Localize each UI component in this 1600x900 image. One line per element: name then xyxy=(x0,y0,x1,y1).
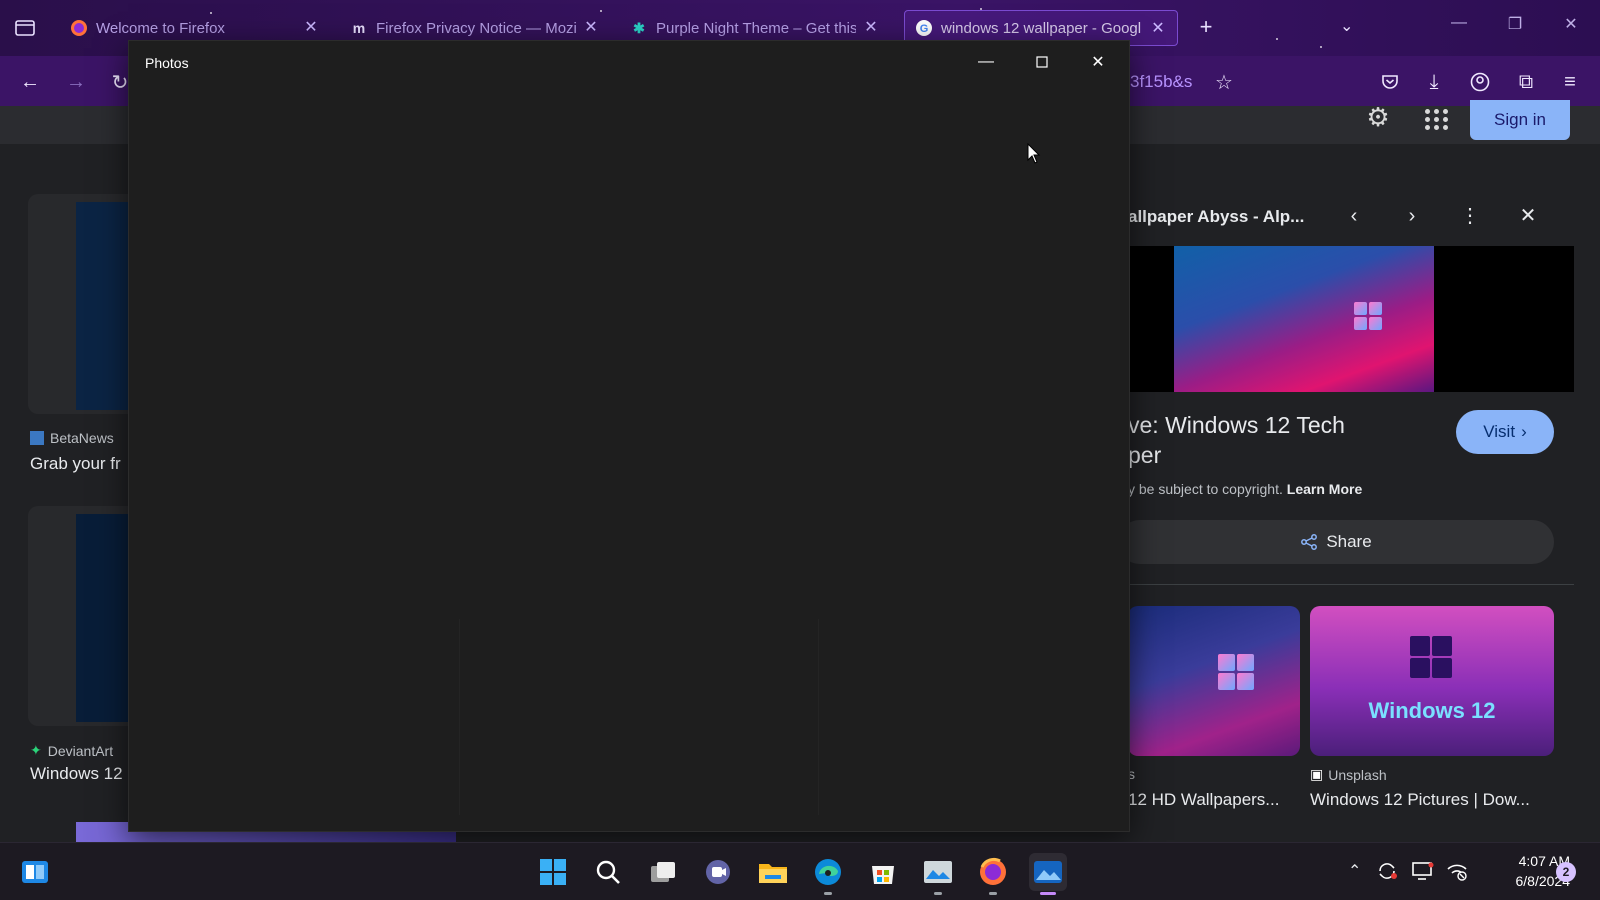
learn-more-link[interactable]: Learn More xyxy=(1287,481,1362,497)
more-options-icon[interactable]: ⋮ xyxy=(1456,202,1484,230)
tab-close-icon[interactable]: ✕ xyxy=(1149,19,1167,37)
hamburger-menu-icon[interactable]: ≡ xyxy=(1556,68,1584,96)
mozilla-m-icon: m xyxy=(352,20,366,36)
theme-star xyxy=(1276,38,1278,40)
share-icon xyxy=(1301,534,1318,550)
google-apps-icon[interactable] xyxy=(1422,106,1448,132)
photos-window: Photos — ✕ xyxy=(128,40,1130,832)
visit-button[interactable]: Visit › xyxy=(1456,410,1554,454)
result-source: ✦ DeviantArt xyxy=(30,742,114,759)
close-icon[interactable]: ✕ xyxy=(1514,202,1542,230)
maximize-icon[interactable] xyxy=(1019,47,1065,77)
firefox-icon xyxy=(70,19,88,37)
mouse-cursor-icon xyxy=(1027,142,1041,170)
result-caption[interactable]: Windows 12 xyxy=(30,764,123,784)
close-icon[interactable]: ✕ xyxy=(1075,47,1121,77)
notification-badge[interactable]: 2 xyxy=(1556,862,1576,882)
taskbar: ⌃ 4:07 AM 6/8/2024 2 xyxy=(0,842,1600,900)
clock-time: 4:07 AM xyxy=(1518,853,1570,869)
windows-logo-icon xyxy=(1410,636,1452,678)
share-button[interactable]: Share xyxy=(1118,520,1554,564)
display-icon[interactable] xyxy=(1412,861,1434,886)
running-indicator xyxy=(989,892,997,895)
result-thumbnail[interactable] xyxy=(28,506,138,726)
firefox-icon[interactable] xyxy=(974,853,1012,895)
start-windows-icon[interactable] xyxy=(534,853,572,891)
result-caption[interactable]: Grab your fr xyxy=(30,454,121,474)
file-explorer-icon[interactable] xyxy=(754,853,792,891)
svg-text:G: G xyxy=(920,23,929,35)
related-image[interactable]: Windows 12 xyxy=(1310,606,1554,756)
preview-site-title[interactable]: allpaper Abyss - Alp... xyxy=(1128,207,1304,227)
task-view-icon[interactable] xyxy=(644,853,682,891)
next-chevron-icon[interactable]: › xyxy=(1398,202,1426,230)
firefox-view-button[interactable] xyxy=(12,16,38,40)
related-source: ▣ Unsplash xyxy=(1310,766,1387,783)
tab-close-icon[interactable]: ✕ xyxy=(862,18,880,36)
window-title: Photos xyxy=(145,55,189,71)
account-icon[interactable] xyxy=(1466,68,1494,96)
result-source: BetaNews xyxy=(30,430,114,446)
tab-close-icon[interactable]: ✕ xyxy=(302,18,320,36)
tab-title: Welcome to Firefox xyxy=(96,19,225,37)
copyright-notice: y be subject to copyright. Learn More xyxy=(1128,481,1363,497)
photo-canvas xyxy=(459,619,819,815)
firefox-view-icon xyxy=(15,20,35,36)
new-tab-plus-icon[interactable]: + xyxy=(1194,16,1218,40)
image-preview-panel: allpaper Abyss - Alp... ‹ › ⋮ ✕ ve: Wind… xyxy=(1118,186,1574,842)
back-arrow-icon[interactable]: ← xyxy=(16,68,44,96)
browser-minimize-icon[interactable]: — xyxy=(1444,14,1474,40)
edge-browser-icon[interactable] xyxy=(809,853,847,895)
wallpaper-image xyxy=(1174,246,1434,392)
related-caption[interactable]: Windows 12 Pictures | Dow... xyxy=(1310,790,1530,810)
photos-gallery-icon[interactable] xyxy=(919,853,957,895)
microsoft-store-icon[interactable] xyxy=(864,853,902,891)
tab-close-icon[interactable]: ✕ xyxy=(582,18,600,36)
sync-icon[interactable] xyxy=(1376,861,1398,886)
related-image[interactable] xyxy=(1128,606,1300,756)
url-text[interactable]: 3f15b&s xyxy=(1130,72,1192,92)
betanews-icon xyxy=(30,431,44,445)
running-indicator xyxy=(934,892,942,895)
clock-date: 6/8/2024 xyxy=(1515,873,1571,889)
browser-close-icon[interactable]: ✕ xyxy=(1556,14,1586,40)
divider xyxy=(1128,584,1574,585)
bookmark-star-icon[interactable]: ☆ xyxy=(1210,68,1238,96)
extensions-icon[interactable]: ⧉ xyxy=(1512,68,1540,96)
puzzle-piece-icon: ✱ xyxy=(633,19,645,36)
deviantart-icon: ✦ xyxy=(30,742,42,758)
previous-chevron-icon[interactable]: ‹ xyxy=(1340,202,1368,230)
show-hidden-icons-chevron-icon[interactable]: ⌃ xyxy=(1348,861,1361,881)
running-indicator xyxy=(824,892,832,895)
chevron-right-icon: › xyxy=(1521,422,1527,441)
windows-logo-icon xyxy=(1218,654,1254,690)
photos-app-icon[interactable] xyxy=(1029,853,1067,895)
tab-title: Firefox Privacy Notice — Mozil xyxy=(376,19,576,37)
windows-logo-icon xyxy=(1354,302,1382,330)
theme-star xyxy=(1320,46,1322,48)
forward-arrow-icon[interactable]: → xyxy=(62,68,90,96)
preview-heading[interactable]: ve: Windows 12 Tech per xyxy=(1128,410,1408,470)
widgets-icon[interactable] xyxy=(16,853,54,891)
sign-in-button[interactable]: Sign in xyxy=(1470,100,1570,140)
related-caption[interactable]: 12 HD Wallpapers... xyxy=(1128,790,1279,810)
tab-title: Purple Night Theme – Get this xyxy=(656,19,856,37)
network-disconnected-icon[interactable] xyxy=(1446,861,1468,886)
search-icon[interactable] xyxy=(589,853,627,891)
google-icon: G xyxy=(915,19,933,37)
settings-gear-icon[interactable]: ⚙ xyxy=(1364,104,1392,132)
teams-chat-icon[interactable] xyxy=(699,853,737,891)
pocket-icon[interactable] xyxy=(1376,68,1404,96)
list-all-tabs-chevron-icon[interactable]: ⌄ xyxy=(1340,16,1353,36)
result-thumbnail[interactable] xyxy=(28,194,138,414)
preview-image[interactable] xyxy=(1128,246,1574,392)
system-clock[interactable]: 4:07 AM 6/8/2024 xyxy=(1470,851,1571,891)
unsplash-icon: ▣ xyxy=(1310,766,1324,782)
active-indicator xyxy=(1040,892,1056,895)
downloads-icon[interactable]: ⤓ xyxy=(1420,68,1448,96)
minimize-icon[interactable]: — xyxy=(963,47,1009,77)
related-image-overlay-text: Windows 12 xyxy=(1368,698,1496,723)
tab-title: windows 12 wallpaper - Googl xyxy=(941,19,1141,37)
browser-restore-icon[interactable]: ❐ xyxy=(1500,14,1530,40)
